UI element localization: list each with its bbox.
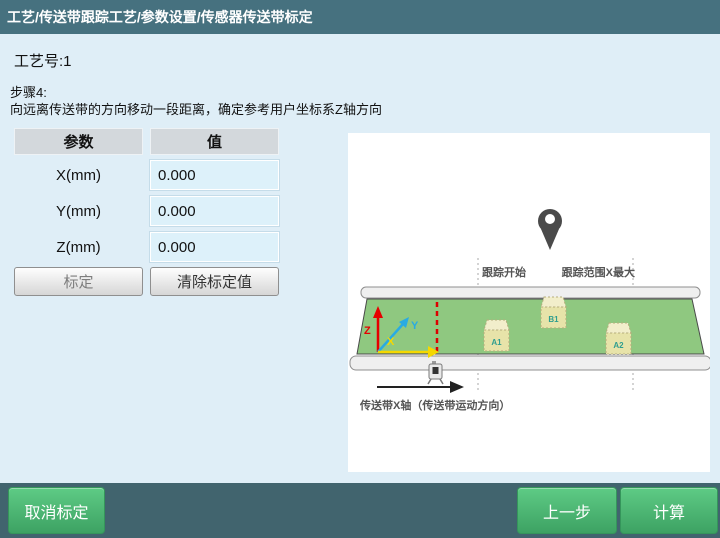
app-window: 工艺/传送带跟踪工艺/参数设置/传感器传送带标定 工艺号:1 步骤4: 向远离传…	[0, 0, 720, 538]
titlebar: 工艺/传送带跟踪工艺/参数设置/传感器传送带标定	[0, 0, 720, 34]
conveyor-diagram-panel: 跟踪开始 跟踪范围X最大 A1 B1 A2 Z Y X 传送带X轴（传送带运动方…	[348, 133, 712, 472]
workpiece-box-a1: A1	[483, 319, 510, 352]
table-header-value: 值	[150, 128, 279, 155]
y-value-input[interactable]	[150, 196, 279, 226]
axis-x-label: X	[387, 336, 395, 348]
motion-direction-arrow	[377, 381, 464, 393]
z-row-label: Z(mm)	[56, 238, 101, 256]
conveyor-belt-surface	[356, 298, 705, 355]
footer-bar: 取消标定 上一步 计算	[0, 483, 720, 538]
step-description: 向远离传送带的方向移动一段距离，确定参考用户坐标系Z轴方向	[10, 102, 382, 117]
box-a2-label: A2	[613, 341, 624, 350]
box-a1-label: A1	[491, 338, 502, 347]
conveyor-diagram: 跟踪开始 跟踪范围X最大 A1 B1 A2 Z Y X 传送带X轴（传送带运动方…	[349, 209, 712, 412]
calculate-button[interactable]: 计算	[620, 487, 718, 534]
x-row-label: X(mm)	[56, 166, 101, 184]
clear-calibration-button[interactable]: 清除标定值	[150, 267, 279, 296]
axis-y-label: Y	[411, 320, 419, 332]
workpiece-box-b1: B1	[540, 296, 567, 329]
calibrate-button[interactable]: 标定	[14, 267, 143, 296]
axis-z-label: Z	[364, 325, 371, 337]
table-header-parameter: 参数	[14, 128, 143, 155]
tracking-start-label: 跟踪开始	[482, 265, 526, 279]
tracking-max-label: 跟踪范围X最大	[562, 265, 635, 279]
z-value-input[interactable]	[150, 232, 279, 262]
workpiece-box-a2: A2	[605, 322, 632, 355]
box-b1-label: B1	[548, 315, 559, 324]
conveyor-sensor-icon	[427, 361, 444, 385]
previous-step-button[interactable]: 上一步	[517, 487, 617, 534]
cancel-calibration-button[interactable]: 取消标定	[8, 487, 105, 534]
y-row-label: Y(mm)	[56, 202, 101, 220]
x-value-input[interactable]	[150, 160, 279, 190]
conveyor-top-rail	[360, 286, 701, 299]
breadcrumb: 工艺/传送带跟踪工艺/参数设置/传感器传送带标定	[7, 9, 313, 25]
process-number: 工艺号:1	[14, 53, 72, 70]
conveyor-bottom-rail	[349, 355, 712, 371]
conveyor-axis-caption: 传送带X轴（传送带运动方向）	[359, 398, 510, 412]
tool-pin-icon	[538, 209, 562, 250]
